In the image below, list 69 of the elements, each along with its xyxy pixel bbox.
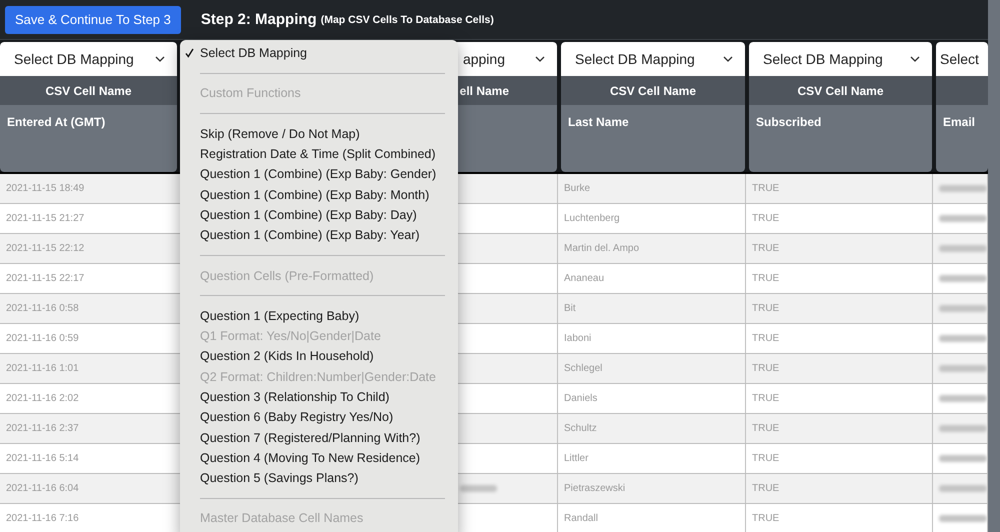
table-cell: TRUE — [752, 333, 780, 344]
column-label: CSV Cell Name — [797, 84, 884, 98]
table-cell: 2021-11-16 2:37 — [6, 423, 79, 434]
column-name: Last Name — [568, 115, 629, 129]
menu-item[interactable]: Question 5 (Savings Plans?) — [180, 468, 458, 488]
page-title: Step 2: Mapping — [200, 11, 317, 28]
column-label: CSV Cell Name — [610, 84, 696, 98]
table-cell: TRUE — [752, 483, 780, 494]
menu-item[interactable]: Skip (Remove / Do Not Map) — [180, 124, 458, 144]
table-cell: TRUE — [752, 453, 780, 464]
table-cell: Ananeau — [564, 273, 604, 284]
table-cell: 2021-11-16 5:14 — [6, 453, 79, 464]
menu-item: Master Database Cell Names — [199, 510, 364, 528]
menu-item[interactable]: Question 4 (Moving To New Residence) — [180, 448, 458, 468]
table-cell: Randall — [564, 513, 598, 524]
table-cell: TRUE — [752, 513, 780, 524]
mapping-select[interactable]: Select — [936, 42, 988, 76]
menu-item[interactable]: Registration Date & Time (Split Combined) — [180, 144, 458, 164]
menu-item: Question Cells (Pre-Formatted) — [199, 268, 375, 285]
menu-item[interactable]: Question 7 (Registered/Planning With?) — [180, 427, 458, 448]
table-cell: TRUE — [752, 273, 780, 284]
table-cell: 2021-11-15 18:49 — [6, 183, 84, 194]
table-cell: 2021-11-16 7:16 — [6, 513, 79, 524]
column-name: Email — [943, 115, 976, 129]
menu-item[interactable]: Question 1 (Expecting Baby) — [180, 306, 458, 326]
table-cell: Schultz — [564, 423, 597, 434]
table-cell: Littler — [564, 453, 588, 464]
save-button[interactable]: Save & Continue To Step 3 — [5, 6, 181, 34]
table-cell: Burke — [564, 183, 590, 194]
mapping-select[interactable]: Select DB Mapping — [0, 42, 177, 76]
table-cell: 2021-11-16 6:04 — [6, 483, 79, 494]
table-cell: Martin del. Ampo — [564, 243, 640, 254]
table-cell: Luchtenberg — [564, 213, 620, 224]
table-cell: Daniels — [564, 393, 598, 404]
table-cell: TRUE — [752, 303, 780, 314]
table-cell: 2021-11-16 2:02 — [6, 393, 79, 404]
table-cell: TRUE — [752, 393, 780, 404]
menu-item[interactable]: Question 1 (Combine) (Exp Baby: Year) — [180, 225, 458, 246]
menu-item: Custom Functions — [199, 85, 302, 102]
page-subtitle: (Map CSV Cells To Database Cells) — [320, 14, 494, 26]
table-cell: 2021-11-16 1:01 — [6, 363, 79, 374]
table-cell: TRUE — [752, 183, 780, 194]
table-cell: TRUE — [752, 363, 780, 374]
menu-item[interactable]: Question 1 (Combine) (Exp Baby: Day) — [180, 204, 458, 226]
table-cell: Iaboni — [564, 333, 592, 344]
table-cell: 2021-11-15 21:27 — [6, 213, 84, 224]
table-cell: 2021-11-16 0:59 — [6, 333, 79, 344]
table-cell: Schlegel — [564, 363, 602, 374]
menu-item[interactable]: Question 2 (Kids In Household) — [180, 346, 458, 367]
table-cell: Pietraszewski — [564, 483, 626, 494]
menu-item[interactable]: Question 1 (Combine) (Exp Baby: Month) — [180, 184, 458, 205]
menu-item: Q1 Format: Yes/No|Gender|Date — [199, 328, 382, 346]
column-label: CSV Cell Name — [45, 84, 132, 98]
column-name: Entered At (GMT) — [7, 115, 106, 129]
column-name: Subscribed — [756, 115, 822, 129]
table-cell: TRUE — [752, 423, 780, 434]
table-cell: TRUE — [752, 213, 780, 224]
mapping-select[interactable]: Select DB Mapping — [561, 42, 745, 76]
menu-item: Q2 Format: Children:Number|Gender:Date — [199, 368, 437, 386]
table-cell: 2021-11-15 22:17 — [6, 273, 84, 284]
menu-item[interactable]: Question 6 (Baby Registry Yes/No) — [180, 407, 458, 428]
table-cell: Bit — [564, 303, 576, 314]
table-cell: 2021-11-15 22:12 — [6, 243, 84, 254]
mapping-select[interactable]: Select DB Mapping — [749, 42, 932, 76]
table-cell: 2021-11-16 0:58 — [6, 303, 79, 314]
menu-item[interactable]: Question 1 (Combine) (Exp Baby: Gender) — [180, 164, 458, 184]
menu-item[interactable]: Question 3 (Relationship To Child) — [180, 386, 458, 408]
column-label: ell Name — [460, 84, 509, 98]
table-cell: TRUE — [752, 243, 780, 254]
